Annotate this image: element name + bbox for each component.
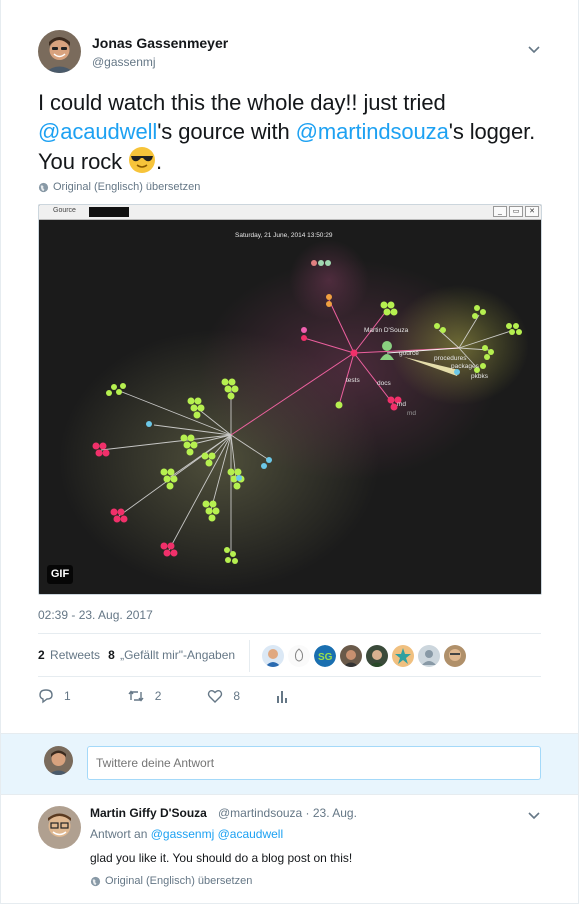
like-action[interactable]: 8 (207, 688, 240, 704)
translate-link[interactable]: Original (Englisch) übersetzen (38, 181, 200, 193)
tweet-stats: 2 Retweets 8 „Gefällt mir"-Angaben (38, 640, 250, 672)
reply-text: glad you like it. You should do a blog p… (90, 851, 353, 865)
divider (38, 676, 541, 677)
reply-translate-label[interactable]: Original (Englisch) übersetzen (105, 875, 252, 887)
maximize-button[interactable]: ▭ (509, 206, 523, 217)
analytics-action[interactable] (276, 688, 288, 704)
window-title: Gource (53, 207, 76, 214)
retweets-stat[interactable]: 2 Retweets (38, 648, 100, 662)
tweet-actions: 1 2 8 (38, 688, 324, 704)
reply-icon (39, 689, 53, 704)
globe-icon (38, 182, 49, 192)
gif-badge: GIF (47, 565, 73, 584)
analytics-icon (277, 691, 288, 703)
reply-translate-link[interactable]: Original (Englisch) übersetzen (90, 875, 252, 887)
viz-label-procedures: procedures (434, 355, 467, 362)
chevron-down-icon[interactable] (527, 44, 541, 54)
retweet-icon (128, 690, 144, 702)
redacted-bar (89, 207, 129, 217)
reply-action[interactable]: 1 (38, 688, 71, 704)
viz-user-label: Martin D'Souza (364, 327, 409, 334)
liker-avatar[interactable] (288, 645, 310, 667)
viz-label-md2: md (407, 410, 416, 417)
likes-stat[interactable]: 8 „Gefällt mir"-Angaben (108, 648, 235, 662)
author-avatar[interactable] (38, 30, 81, 73)
liker-avatars: SG (262, 645, 466, 667)
liker-avatar[interactable] (340, 645, 362, 667)
retweet-count: 2 (154, 689, 162, 703)
author-name[interactable]: Jonas Gassenmeyer (92, 35, 228, 51)
tweet-media-gif[interactable]: Gource _ ▭ ✕ Saturday, 21 June, 2014 13:… (38, 204, 542, 595)
gource-visualization: Saturday, 21 June, 2014 13:50:29 Martin … (39, 220, 541, 594)
retweet-action[interactable]: 2 (127, 688, 162, 704)
minimize-button[interactable]: _ (493, 206, 507, 217)
liker-avatar[interactable] (444, 645, 466, 667)
translate-label[interactable]: Original (Englisch) übersetzen (53, 181, 200, 193)
globe-icon (90, 876, 101, 886)
composer-avatar (44, 746, 73, 775)
sunglasses-emoji-icon (129, 147, 156, 173)
mention-acaudwell[interactable]: @acaudwell (38, 119, 157, 144)
svg-text:SG: SG (318, 652, 333, 663)
viz-date-label: Saturday, 21 June, 2014 13:50:29 (235, 232, 333, 239)
tweet-timestamp[interactable]: 02:39 - 23. Aug. 2017 (38, 608, 153, 622)
window-titlebar: Gource _ ▭ ✕ (39, 205, 541, 220)
viz-label-tests: tests (346, 377, 360, 384)
heart-icon (208, 690, 223, 703)
tweet-text: I could watch this the whole day!! just … (38, 90, 536, 174)
stats-divider (249, 640, 250, 672)
reply-author-name[interactable]: Martin Giffy D'Souza (90, 806, 207, 820)
reply-author-avatar[interactable] (38, 806, 81, 849)
viz-label-docs: docs (377, 380, 391, 387)
close-button[interactable]: ✕ (525, 206, 539, 217)
liker-avatar[interactable] (392, 645, 414, 667)
reply-input[interactable] (87, 746, 541, 780)
like-count: 8 (233, 689, 241, 703)
reply-to-line: Antwort an @gassenmj @acaudwell (90, 827, 284, 841)
reply-count: 1 (64, 689, 71, 703)
divider (38, 633, 541, 634)
mention-martindsouza[interactable]: @martindsouza (296, 119, 449, 144)
chevron-down-icon[interactable] (527, 810, 541, 820)
reply-to-mentions[interactable]: @gassenmj @acaudwell (151, 827, 283, 841)
liker-avatar[interactable] (262, 645, 284, 667)
liker-avatar[interactable] (366, 645, 388, 667)
viz-label-gource: gource (399, 350, 419, 357)
viz-label-pkbks: pkbks (471, 373, 489, 380)
liker-avatar[interactable] (418, 645, 440, 667)
viz-label-md: md (397, 401, 406, 408)
reply-author-handle[interactable]: @martindsouza · 23. Aug. (218, 806, 357, 820)
author-handle[interactable]: @gassenmj (92, 55, 156, 69)
liker-avatar[interactable]: SG (314, 645, 336, 667)
viz-label-packages: packages (451, 363, 480, 370)
